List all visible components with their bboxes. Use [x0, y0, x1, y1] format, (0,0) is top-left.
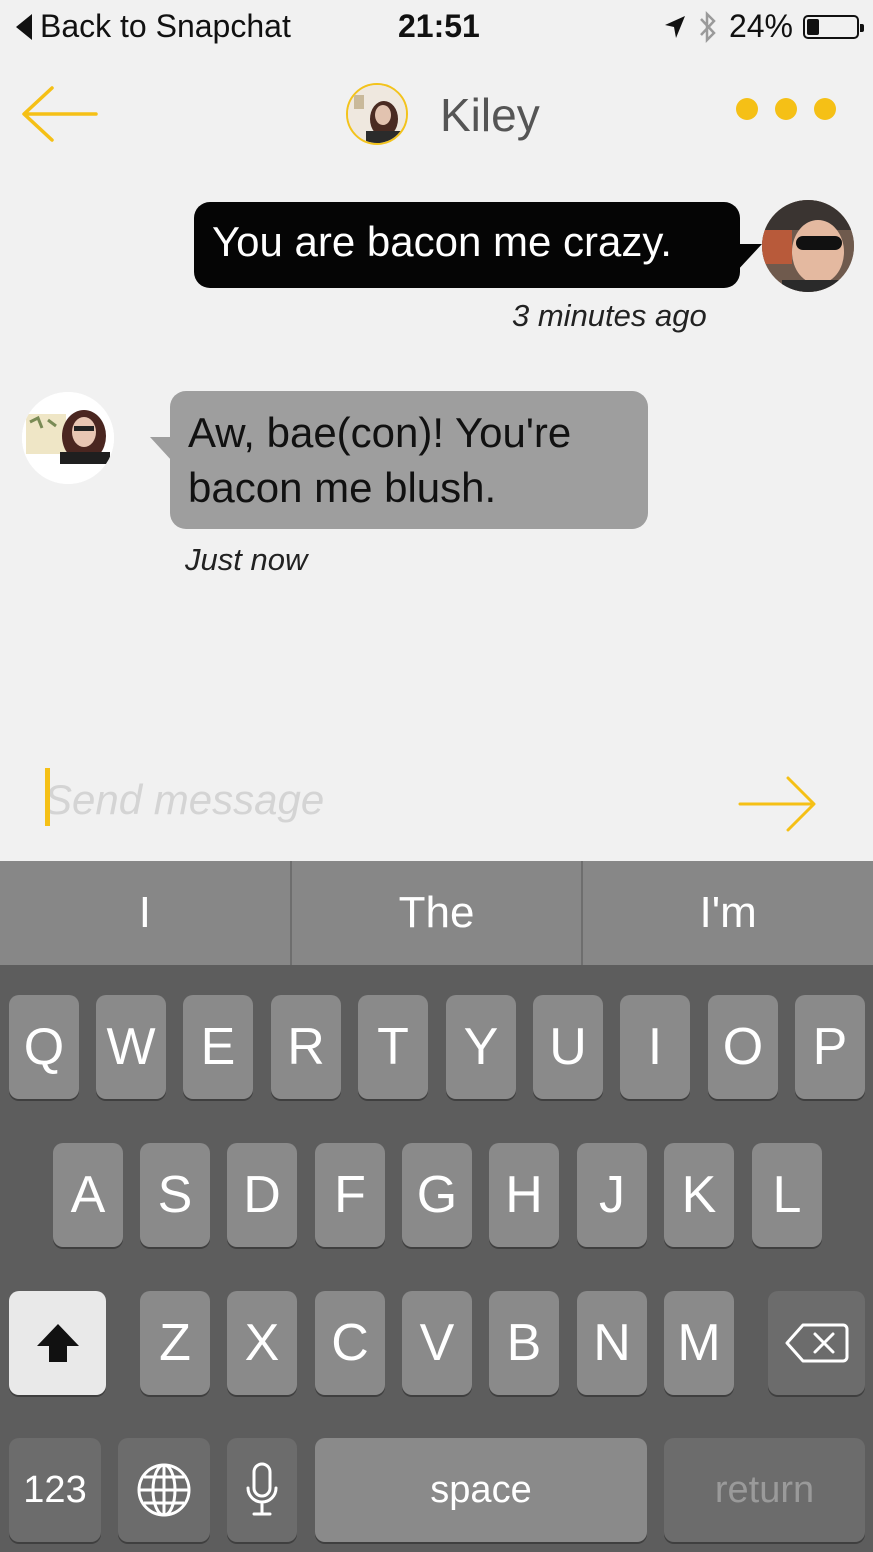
key-v[interactable]: V — [402, 1291, 472, 1395]
back-to-app-label: Back to Snapchat — [40, 8, 291, 44]
battery-icon — [803, 14, 864, 39]
suggestion-item[interactable]: I'm — [583, 861, 873, 965]
microphone-icon — [246, 1462, 278, 1516]
contact-photo — [348, 85, 406, 143]
key-s[interactable]: S — [140, 1143, 210, 1247]
key-m[interactable]: M — [664, 1291, 734, 1395]
key-f[interactable]: F — [315, 1143, 385, 1247]
suggestion-bar: I The I'm — [0, 861, 873, 965]
location-arrow-icon — [664, 15, 685, 38]
incoming-message-time: Just now — [185, 542, 308, 577]
key-z[interactable]: Z — [140, 1291, 210, 1395]
message-input[interactable] — [44, 770, 694, 830]
back-to-app-link[interactable]: Back to Snapchat — [16, 8, 291, 45]
key-t[interactable]: T — [358, 995, 428, 1099]
key-w[interactable]: W — [96, 995, 166, 1099]
text-cursor — [45, 768, 50, 826]
shift-arrow-icon — [36, 1324, 79, 1362]
backspace-icon — [785, 1323, 848, 1363]
key-g[interactable]: G — [402, 1143, 472, 1247]
key-j[interactable]: J — [577, 1143, 647, 1247]
key-b[interactable]: B — [489, 1291, 559, 1395]
key-q[interactable]: Q — [9, 995, 79, 1099]
key-o[interactable]: O — [708, 995, 778, 1099]
key-e[interactable]: E — [183, 995, 253, 1099]
contact-message-avatar[interactable] — [22, 392, 114, 484]
space-key[interactable]: space — [315, 1438, 647, 1542]
outgoing-message-time: 3 minutes ago — [512, 298, 707, 333]
suggestion-item[interactable]: The — [292, 861, 584, 965]
contact-message-photo — [22, 392, 114, 484]
incoming-message-text: Aw, bae(con)! You're bacon me blush. — [188, 409, 572, 511]
my-avatar[interactable] — [762, 200, 854, 292]
numbers-key[interactable]: 123 — [9, 1438, 101, 1542]
key-x[interactable]: X — [227, 1291, 297, 1395]
key-n[interactable]: N — [577, 1291, 647, 1395]
status-time: 21:51 — [398, 8, 480, 44]
suggestion-item[interactable]: I — [0, 861, 292, 965]
shift-key[interactable] — [9, 1291, 106, 1395]
globe-icon — [137, 1463, 191, 1517]
outgoing-message-bubble: You are bacon me crazy. — [194, 202, 762, 288]
more-dots-icon[interactable] — [736, 98, 836, 126]
back-triangle-icon — [16, 13, 32, 40]
keyboard: I The I'm Q W E R T Y U I O P A S D F G … — [0, 861, 873, 1552]
key-p[interactable]: P — [795, 995, 865, 1099]
bluetooth-icon — [700, 10, 716, 43]
contact-avatar[interactable] — [346, 83, 408, 145]
contact-name[interactable]: Kiley — [440, 88, 540, 142]
delete-key[interactable] — [768, 1291, 865, 1395]
key-d[interactable]: D — [227, 1143, 297, 1247]
key-c[interactable]: C — [315, 1291, 385, 1395]
key-k[interactable]: K — [664, 1143, 734, 1247]
back-arrow-icon[interactable] — [18, 82, 100, 146]
my-photo — [762, 200, 854, 292]
key-l[interactable]: L — [752, 1143, 822, 1247]
key-y[interactable]: Y — [446, 995, 516, 1099]
status-indicators: 24% — [663, 8, 864, 45]
return-key[interactable]: return — [664, 1438, 865, 1542]
key-r[interactable]: R — [271, 995, 341, 1099]
key-u[interactable]: U — [533, 995, 603, 1099]
battery-percent: 24% — [728, 8, 793, 44]
send-arrow-icon[interactable] — [738, 772, 818, 836]
status-bar: Back to Snapchat 21:51 24% — [0, 0, 873, 56]
dictation-key[interactable] — [227, 1438, 297, 1542]
outgoing-message-text: You are bacon me crazy. — [212, 218, 672, 265]
key-a[interactable]: A — [53, 1143, 123, 1247]
key-h[interactable]: H — [489, 1143, 559, 1247]
key-i[interactable]: I — [620, 995, 690, 1099]
globe-key[interactable] — [118, 1438, 210, 1542]
incoming-message-bubble: Aw, bae(con)! You're bacon me blush. — [150, 391, 648, 529]
